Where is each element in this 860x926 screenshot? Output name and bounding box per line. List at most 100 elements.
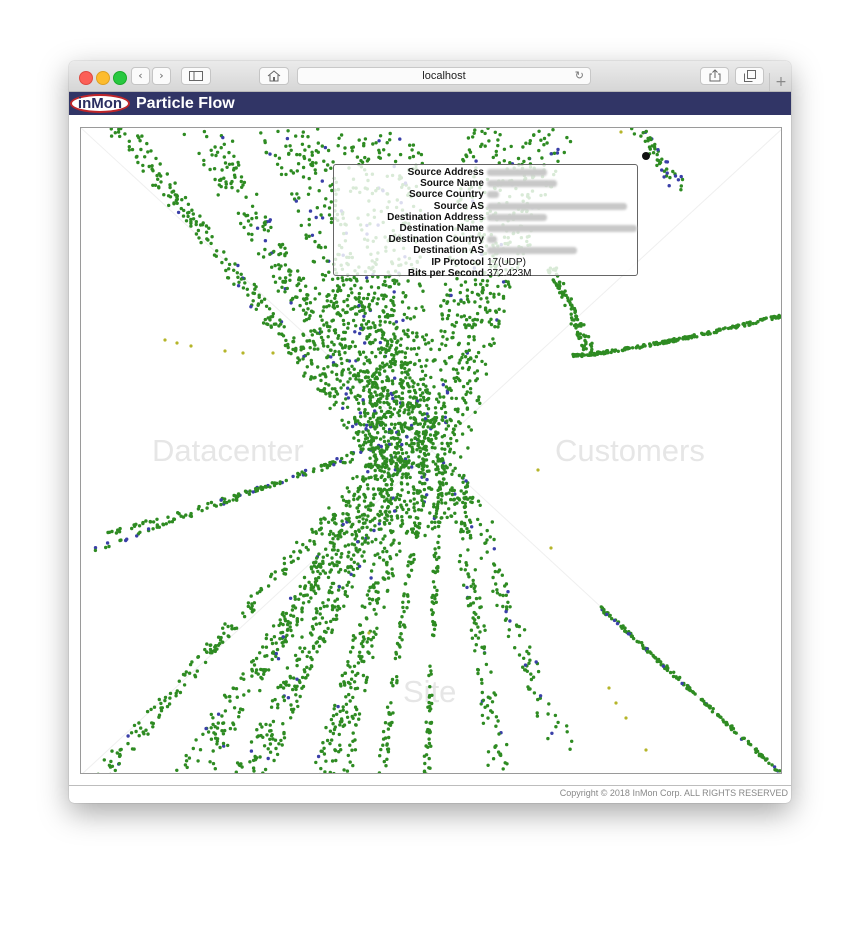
back-button[interactable]: ‹ — [131, 67, 150, 85]
flow-particle — [264, 636, 268, 641]
close-window-button[interactable] — [79, 71, 93, 85]
flow-particle — [230, 627, 234, 631]
flow-particle — [385, 518, 389, 522]
flow-particle — [534, 660, 538, 664]
flow-particle — [391, 574, 395, 578]
flow-particle — [356, 661, 361, 665]
flow-particle — [389, 453, 393, 458]
flow-particle — [478, 401, 482, 405]
flow-particle — [317, 552, 321, 556]
tabs-button[interactable] — [735, 67, 764, 85]
flow-tooltip: Source Address Source Name Source Country S… — [333, 164, 638, 279]
flow-particle — [268, 152, 272, 156]
flow-particle — [414, 530, 419, 534]
flow-particle — [440, 342, 444, 346]
flow-particle — [337, 350, 341, 354]
flow-particle — [404, 503, 409, 507]
flow-particle — [449, 514, 454, 518]
flow-particle — [320, 532, 324, 536]
flow-particle — [386, 727, 391, 731]
flow-particle — [395, 516, 400, 520]
sidebar-button[interactable] — [181, 67, 211, 85]
flow-particle — [487, 320, 491, 324]
home-button[interactable] — [259, 67, 289, 85]
flow-particle — [372, 528, 376, 533]
flow-particle — [401, 623, 406, 627]
flow-particle — [582, 323, 586, 327]
reload-icon[interactable]: ↻ — [575, 68, 584, 84]
flow-particle — [389, 477, 393, 482]
flow-particle — [313, 329, 317, 333]
flow-particle — [479, 320, 484, 324]
flow-particle — [433, 520, 437, 524]
flow-particle — [288, 278, 292, 282]
flow-particle — [339, 748, 343, 752]
flow-particle — [436, 495, 440, 500]
flow-particle — [298, 592, 303, 596]
flow-particle — [419, 152, 424, 157]
share-button[interactable] — [700, 67, 729, 85]
flow-particle — [242, 693, 246, 697]
flow-particle — [679, 184, 683, 188]
flow-particle — [329, 355, 333, 359]
flow-particle — [387, 735, 391, 740]
flow-particle — [389, 701, 393, 705]
flow-particle — [273, 577, 277, 581]
flow-particle — [109, 128, 113, 131]
flow-particle — [348, 650, 353, 654]
minimize-window-button[interactable] — [96, 71, 110, 85]
flow-particle — [364, 505, 368, 509]
flow-particle — [422, 472, 426, 476]
address-bar[interactable]: localhost ↻ — [297, 67, 591, 85]
redacted-value — [487, 224, 637, 232]
flow-particle — [381, 365, 385, 369]
flow-particle — [320, 616, 325, 620]
flow-particle — [353, 713, 357, 717]
flow-particle — [315, 206, 319, 210]
flow-particle — [691, 690, 696, 695]
flow-particle — [311, 646, 316, 650]
flow-particle — [388, 556, 393, 561]
zoom-window-button[interactable] — [113, 71, 127, 85]
flow-particle — [365, 640, 369, 644]
flow-particle — [412, 395, 417, 399]
flow-particle — [307, 217, 311, 222]
flow-particle — [252, 291, 257, 296]
flow-particle — [408, 317, 413, 321]
flow-particle — [475, 318, 480, 322]
flow-particle — [351, 716, 355, 720]
flow-particle — [674, 676, 679, 680]
flow-particle — [484, 662, 489, 667]
flow-particle — [310, 233, 315, 237]
particle-flow-canvas[interactable]: Datacenter Customers Site Source Address… — [80, 127, 782, 774]
flow-particle — [463, 497, 467, 501]
flow-particle — [476, 517, 480, 522]
flow-particle — [374, 403, 378, 408]
flow-particle — [366, 536, 370, 540]
flow-particle — [380, 505, 384, 509]
tooltip-row: Source Address — [334, 167, 637, 178]
forward-button[interactable]: › — [152, 67, 171, 85]
flow-particle — [465, 585, 469, 590]
flow-particle — [396, 467, 400, 471]
new-tab-icon[interactable]: + — [769, 73, 791, 91]
flow-particle — [379, 409, 384, 413]
flow-particle — [402, 410, 406, 415]
flow-particle — [369, 392, 373, 396]
flow-particle — [453, 324, 457, 328]
flow-particle — [157, 185, 161, 189]
flow-particle — [425, 464, 429, 468]
flow-particle — [702, 332, 706, 337]
flow-particle — [216, 643, 221, 647]
flow-particle — [250, 216, 254, 221]
flow-particle — [295, 684, 299, 688]
flow-particle — [501, 593, 505, 598]
flow-particle — [343, 461, 347, 465]
flow-particle — [227, 150, 231, 155]
flow-particle — [389, 365, 393, 369]
flow-particle — [283, 343, 288, 348]
flow-particle — [232, 154, 236, 158]
flow-particle — [366, 292, 371, 297]
flow-particle — [471, 155, 476, 159]
flow-particle — [443, 410, 448, 415]
